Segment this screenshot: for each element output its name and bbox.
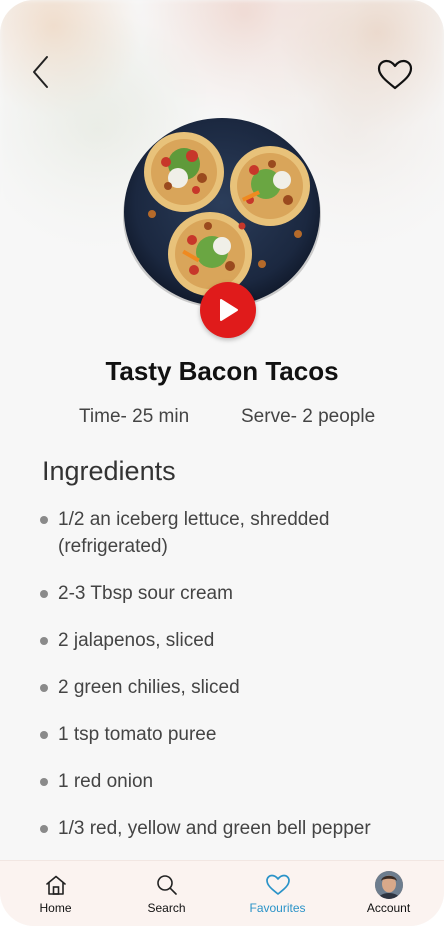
heart-icon (265, 874, 290, 895)
bullet (40, 825, 48, 833)
tab-search-label: Search (147, 901, 186, 915)
tab-account-label: Account (366, 901, 411, 915)
tab-favourites[interactable]: Favourites (230, 861, 326, 915)
dish-image (122, 114, 322, 310)
play-icon (220, 299, 238, 321)
search-icon (156, 875, 177, 895)
tab-account[interactable]: Account (341, 861, 437, 915)
ingredient-text: 1/2 an iceberg lettuce, shredded (refrig… (58, 509, 330, 557)
favourite-button[interactable] (376, 58, 414, 92)
recipe-screen: Tasty Bacon Tacos Time- 25 min Serve- 2 … (0, 0, 444, 926)
bullet (40, 684, 48, 692)
servings: Serve- 2 people (241, 406, 376, 427)
ingredient-item: 1 tsp tomato puree (38, 721, 408, 748)
tab-home-label: Home (39, 901, 72, 915)
ingredient-item: 1/2 an iceberg lettuce, shredded (refrig… (38, 506, 408, 560)
recipe-title: Tasty Bacon Tacos (105, 356, 339, 386)
bullet (40, 516, 48, 524)
back-button[interactable] (26, 52, 54, 92)
ingredient-item: 1 red onion (38, 768, 408, 795)
ingredient-text: 2 green chilies, sliced (58, 677, 240, 698)
bullet (40, 778, 48, 786)
play-video-button[interactable] (200, 282, 256, 338)
ingredient-item: 1/3 red, yellow and green bell pepper (38, 815, 408, 842)
ingredient-text: 2-3 Tbsp sour cream (58, 583, 233, 604)
heart-outline-icon (377, 59, 413, 90)
ingredient-item: 2 green chilies, sliced (38, 674, 408, 701)
tab-home[interactable]: Home (8, 861, 104, 915)
home-icon (45, 875, 66, 895)
bullet (40, 590, 48, 598)
bottom-tab-bar: Home Search Favourites Account (0, 860, 444, 926)
ingredient-text: 1/3 red, yellow and green bell pepper (58, 818, 371, 839)
bullet (40, 731, 48, 739)
ingredient-text: 1 tsp tomato puree (58, 724, 217, 745)
ingredients-list: 1/2 an iceberg lettuce, shredded (refrig… (38, 506, 408, 862)
ingredients-heading: Ingredients (42, 456, 176, 486)
chevron-left-icon (33, 56, 48, 88)
ingredient-text: 2 jalapenos, sliced (58, 630, 215, 651)
avatar (374, 871, 403, 899)
ingredient-item: 2 jalapenos, sliced (38, 627, 408, 654)
tab-favourites-label: Favourites (249, 901, 306, 915)
cook-time: Time- 25 min (79, 406, 190, 427)
ingredient-text: 1 red onion (58, 771, 154, 792)
tab-search[interactable]: Search (119, 861, 215, 915)
bullet (40, 637, 48, 645)
ingredient-item: 2-3 Tbsp sour cream (38, 580, 408, 607)
